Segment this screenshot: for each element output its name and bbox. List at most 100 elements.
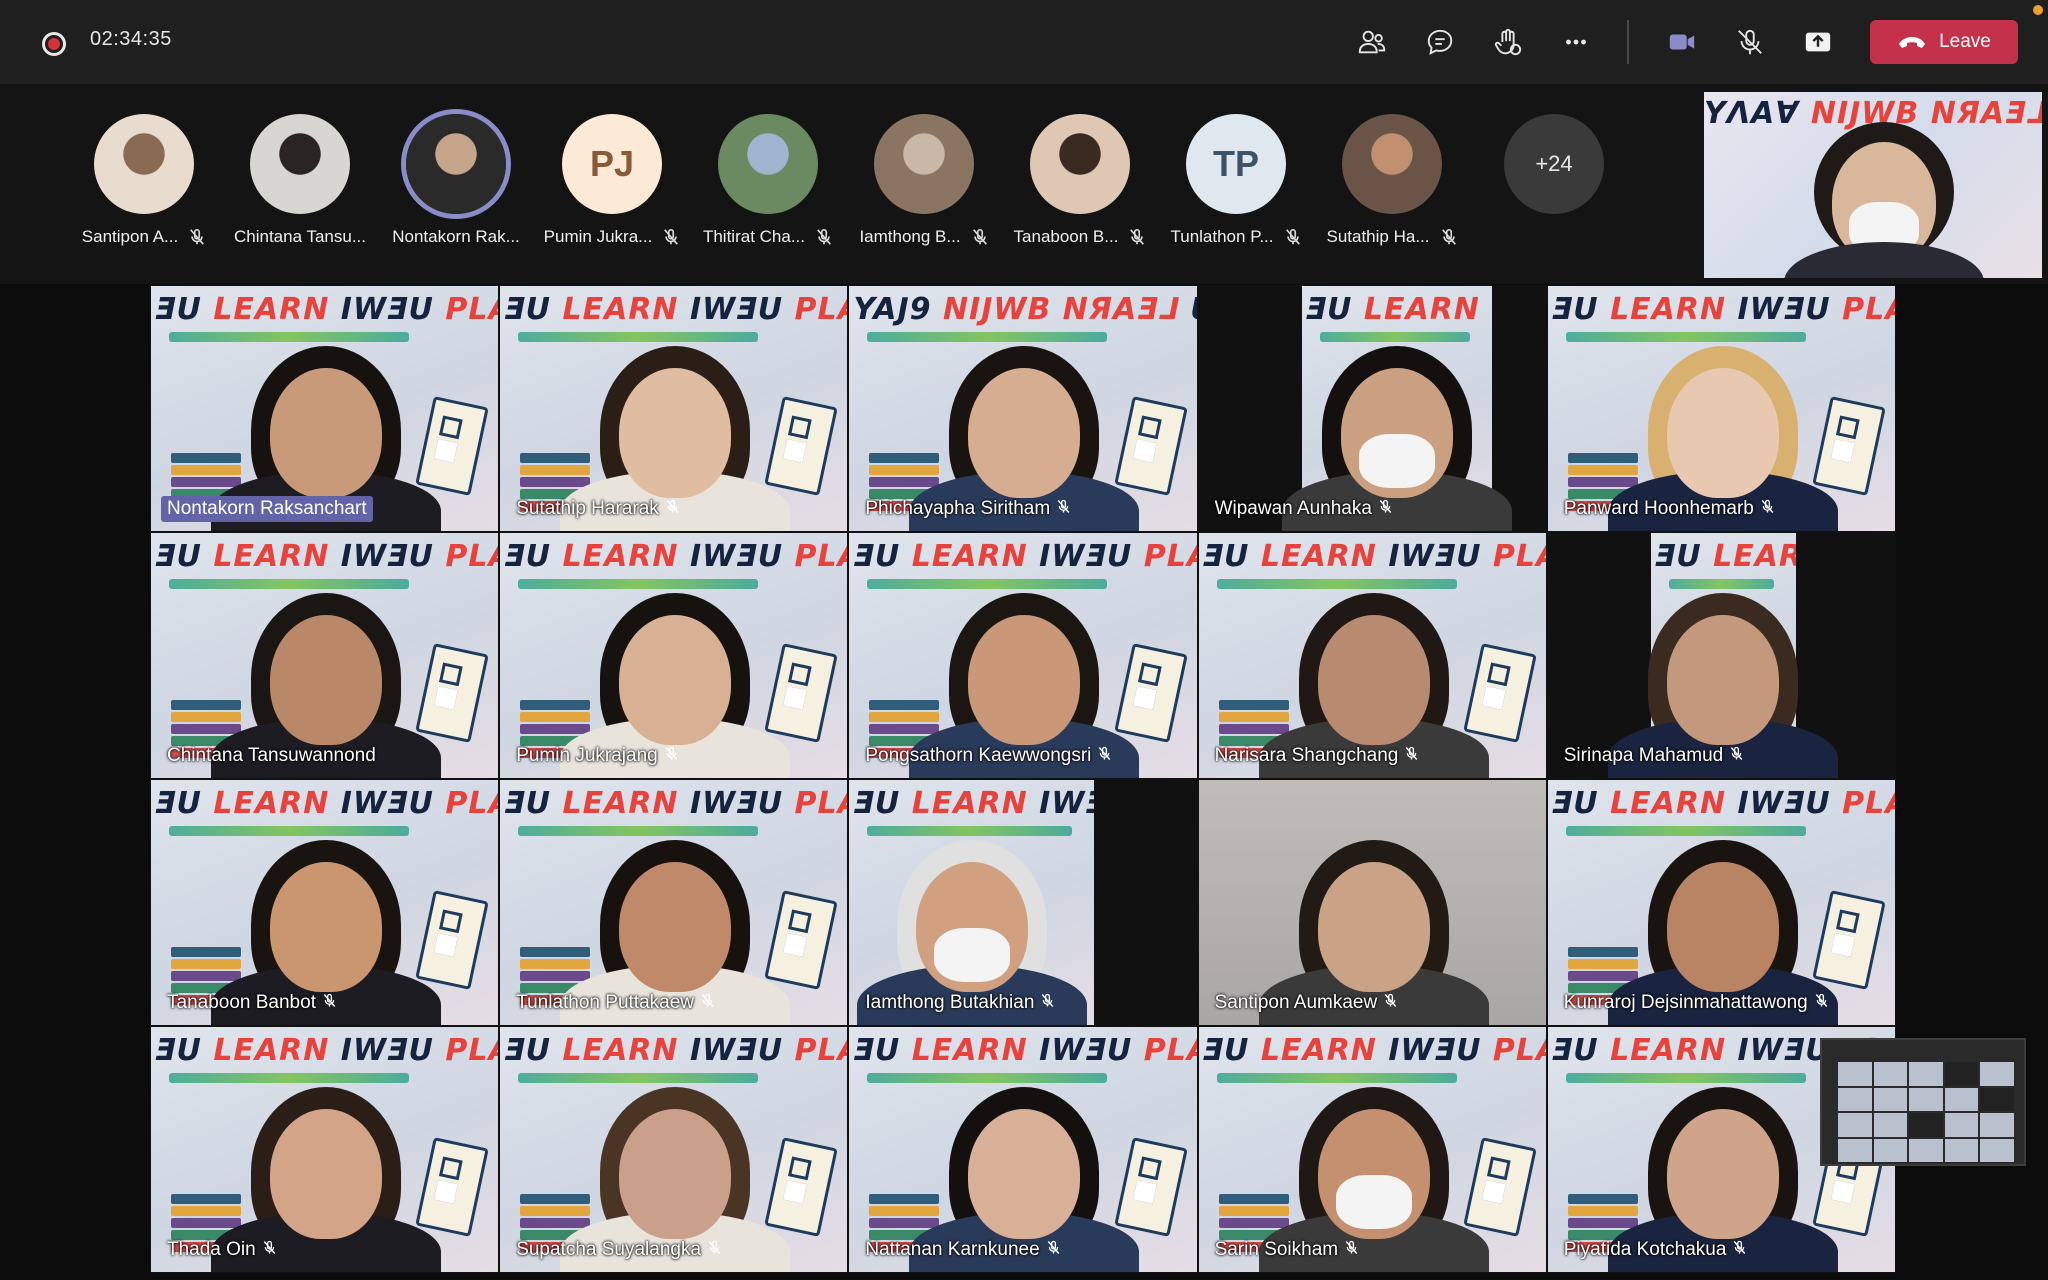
- minimap-cell: [1980, 1062, 2014, 1086]
- video-tile[interactable]: ƎU LEARN IWƎU PLAY Supatcha Suyalangka: [499, 1026, 849, 1273]
- minimap-cell: [1944, 1087, 1979, 1111]
- avatar-initials: PJ: [589, 143, 635, 184]
- meeting-toolbar: 02:34:35 Leave: [0, 0, 2048, 84]
- event-banner-graphic: ƎU LEARN IWƎU PLAY: [155, 1033, 498, 1068]
- event-banner-graphic: ƎU LEARN IWƎU PLAY: [155, 786, 498, 821]
- participant-name: Sutathip Hararak: [516, 498, 659, 519]
- minimap-cell: [1909, 1062, 1943, 1086]
- minimap-cell: [1838, 1062, 1872, 1086]
- banner-subtitle-graphic: [169, 332, 409, 342]
- avatar: [94, 114, 194, 214]
- mic-off-icon: [1732, 1239, 1747, 1261]
- participant-strip-item[interactable]: Thitirat Cha...: [690, 114, 846, 247]
- share-icon[interactable]: [1798, 22, 1838, 62]
- avatar: [874, 114, 974, 214]
- video-tile[interactable]: ƎU LEARN IWƎU PLAY Tanaboon Banbot: [150, 779, 500, 1026]
- video-tile[interactable]: ƎU LEARN IWƎU PLAY Chintana Tansuwannond: [150, 532, 500, 779]
- more-icon[interactable]: [1556, 22, 1596, 62]
- participant-name: Narisara Shangchang: [1214, 745, 1399, 766]
- banner-subtitle-graphic: [518, 579, 759, 589]
- mic-off-icon[interactable]: [1730, 22, 1770, 62]
- participant-name-tag: Sutathip Hararak: [510, 496, 686, 522]
- participant-face: [968, 1109, 1081, 1239]
- video-tile[interactable]: Santipon Aumkaew: [1197, 779, 1547, 1026]
- participant-strip-item[interactable]: Chintana Tansu...: [222, 114, 378, 247]
- banner-subtitle-graphic: [1668, 579, 1774, 589]
- participant-name: Piyatida Kotchakua: [1563, 1239, 1727, 1260]
- mic-off-icon: [1046, 1239, 1061, 1261]
- participant-strip-item[interactable]: Santipon A...: [66, 114, 222, 247]
- mic-off-icon: [322, 992, 337, 1014]
- mic-off-icon: [1440, 228, 1458, 246]
- event-banner-graphic: ƎU LEARN IWƎU PLAY: [1305, 292, 1492, 327]
- video-tile[interactable]: ƎU LEARN IWƎU PLAY Nattanan Karnkunee: [848, 1026, 1198, 1273]
- camera-icon[interactable]: [1662, 22, 1702, 62]
- video-tile[interactable]: YAJ9 NIJWB NЯAƎ⅃ UU Phichayapha Siritham: [848, 285, 1198, 532]
- checklist-graphic: [1113, 1137, 1188, 1237]
- phone-hangup-icon: [1899, 37, 1926, 48]
- participant-strip-item[interactable]: PJ Pumin Jukra...: [534, 114, 690, 247]
- video-tile[interactable]: ƎU LEARN IWƎU PLAY Sirinapa Mahamud: [1546, 532, 1896, 779]
- participant-name-tag: Narisara Shangchang: [1209, 743, 1426, 769]
- participant-name: Nontakorn Rak...: [392, 227, 520, 246]
- chat-icon[interactable]: [1420, 22, 1460, 62]
- participant-face: [619, 862, 732, 992]
- checklist-graphic: [415, 890, 489, 990]
- participant-face: [270, 1109, 382, 1239]
- video-tile[interactable]: ƎU LEARN IWƎU PLAY Kunraroj Dejsinmahatta…: [1546, 779, 1896, 1026]
- banner-subtitle-graphic: [518, 332, 759, 342]
- event-banner-graphic: ƎU LEARN IWƎU PLAY: [1202, 1033, 1546, 1068]
- video-tile[interactable]: ƎU LEARN IWƎU PLAY Sarin Soikham: [1197, 1026, 1547, 1273]
- video-tile[interactable]: ƎU LEARN IWƎU PLAY Pumin Jukrajang: [499, 532, 849, 779]
- event-banner-graphic: ƎU LEARN IWƎU PLAY: [504, 786, 847, 821]
- video-tile[interactable]: ƎU LEARN IWƎU PLAY Pongsathorn Kaewwongsr…: [848, 532, 1198, 779]
- mic-off-icon: [815, 228, 833, 246]
- banner-subtitle-graphic: [518, 1073, 759, 1083]
- face-mask: [933, 928, 1010, 982]
- video-tile[interactable]: ƎU LEARN IWƎU PLAY Sutathip Hararak: [499, 285, 849, 532]
- event-banner-graphic: ƎU LEARN IWƎU PLAY: [1654, 539, 1796, 574]
- leave-button[interactable]: Leave: [1870, 20, 2018, 64]
- participant-name-tag: Iamthong Butakhian: [859, 990, 1061, 1016]
- avatar: [718, 114, 818, 214]
- minimap-cell: [1873, 1062, 1908, 1086]
- minimap-cell: [1909, 1087, 1943, 1111]
- checklist-graphic: [1463, 1137, 1537, 1237]
- banner-subtitle-graphic: [1565, 826, 1806, 836]
- video-tile[interactable]: ƎU LEARN IWƎU PLAY Iamthong Butakhian: [848, 779, 1198, 1026]
- video-tile[interactable]: ƎU LEARN IWƎU PLAY Tunlathon Puttakaew: [499, 779, 849, 1026]
- event-banner-graphic: YAJ9 NIJWB NЯAƎ⅃ UU: [853, 292, 1196, 327]
- video-tile[interactable]: ƎU LEARN IWƎU PLAY Wipawan Aunhaka: [1197, 285, 1547, 532]
- event-banner-graphic: ƎU LEARN IWƎU PLAY: [504, 539, 847, 574]
- raise-hand-icon[interactable]: [1488, 22, 1528, 62]
- people-icon[interactable]: [1352, 22, 1392, 62]
- notification-dot: [2033, 5, 2043, 15]
- mic-off-icon: [1378, 498, 1393, 520]
- video-grid: ƎU LEARN IWƎU PLAYNontakorn RaksanchartƎ…: [150, 285, 1896, 1273]
- participant-name: Sarin Soikham: [1214, 1239, 1339, 1260]
- participant-strip-item[interactable]: Tanaboon B...: [1002, 114, 1158, 247]
- participant-strip-item[interactable]: Nontakorn Rak...: [378, 114, 534, 247]
- avatar: TP: [1186, 114, 1286, 214]
- checklist-graphic: [764, 396, 839, 496]
- participant-name-row: Santipon A...: [66, 227, 222, 247]
- self-view-video[interactable]: YɅAⱯ NIJWB NЯAƎ⅃: [1704, 92, 2042, 278]
- video-tile[interactable]: ƎU LEARN IWƎU PLAY Narisara Shangchang: [1197, 532, 1547, 779]
- gallery-minimap[interactable]: [1820, 1038, 2026, 1166]
- video-tile[interactable]: ƎU LEARN IWƎU PLAY Panward Hoonhemarb: [1546, 285, 1896, 532]
- face-mask: [1358, 434, 1435, 488]
- video-tile[interactable]: ƎU LEARN IWƎU PLAY Nontakorn Raksanchart: [150, 285, 500, 532]
- mic-off-icon: [1284, 228, 1302, 246]
- minimap-cell: [1980, 1113, 2014, 1137]
- participant-strip-item[interactable]: TP Tunlathon P...: [1158, 114, 1314, 247]
- avatar: [406, 114, 506, 214]
- mic-off-icon: [1729, 745, 1744, 767]
- more-participants-button[interactable]: +24: [1504, 114, 1604, 214]
- minimap-cell: [1944, 1062, 1979, 1086]
- participant-strip-item[interactable]: Iamthong B...: [846, 114, 1002, 247]
- checklist-graphic: [415, 643, 489, 743]
- avatar: PJ: [562, 114, 662, 214]
- participant-name: Nontakorn Raksanchart: [167, 498, 367, 519]
- video-tile[interactable]: ƎU LEARN IWƎU PLAY Thada Oin: [150, 1026, 500, 1273]
- participant-strip-item[interactable]: Sutathip Ha...: [1314, 114, 1470, 247]
